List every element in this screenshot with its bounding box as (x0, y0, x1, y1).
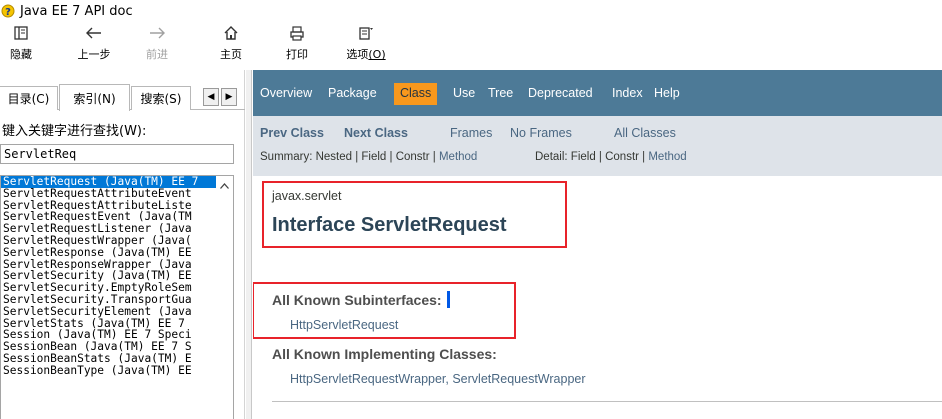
tab-index[interactable]: 索引(N) (59, 84, 130, 111)
frames-link[interactable]: Frames (450, 126, 492, 140)
nav-overview-link[interactable]: Overview (260, 86, 312, 100)
tab-search[interactable]: 搜索(S) (131, 86, 191, 110)
print-label: 打印 (286, 48, 308, 61)
scroll-up-icon[interactable] (218, 179, 231, 192)
keyword-list-item[interactable]: SessionBean (Java(TM) EE 7 S (1, 341, 217, 353)
implementing-classes-label: All Known Implementing Classes: (272, 346, 497, 362)
toolbar: 隐藏 上一步 前进 主页 打印 选项(O) (0, 22, 942, 68)
printer-icon (289, 23, 305, 43)
subinterfaces-label: All Known Subinterfaces: (272, 291, 450, 308)
keyword-list-item[interactable]: ServletStats (Java(TM) EE 7 (1, 318, 217, 330)
navigation-pane: 目录(C) 索引(N) 搜索(S) ◀ ▶ 键入关键字进行查找(W): Serv… (0, 70, 245, 419)
keyword-list-item[interactable]: ServletRequestListener (Java (1, 223, 217, 235)
svg-text:?: ? (5, 7, 11, 18)
text-cursor (446, 291, 450, 308)
nav-tabs: 目录(C) 索引(N) 搜索(S) ◀ ▶ (0, 84, 245, 111)
tab-contents[interactable]: 目录(C) (0, 86, 58, 110)
home-label: 主页 (220, 48, 242, 61)
home-button[interactable]: 主页 (214, 23, 248, 67)
all-classes-link[interactable]: All Classes (614, 126, 676, 140)
top-nav-bar: Overview Package Class Use Tree Deprecat… (253, 70, 942, 116)
options-icon (358, 23, 374, 43)
nav-class-current: Class (394, 83, 438, 105)
nav-package-link[interactable]: Package (328, 86, 377, 100)
tab-scroll-left-button[interactable]: ◀ (203, 88, 219, 106)
tab-scroll-right-button[interactable]: ▶ (221, 88, 237, 106)
no-frames-link[interactable]: No Frames (510, 126, 572, 140)
keyword-label: 键入关键字进行查找(W): (2, 124, 147, 139)
keyword-list[interactable]: ServletRequest (Java(TM) EE 7 ServletRequ… (0, 175, 234, 419)
keyword-list-item[interactable]: ServletSecurityElement (Java (1, 306, 217, 318)
subinterface-link[interactable]: HttpServletRequest (290, 318, 398, 332)
nav-index-link[interactable]: Index (612, 86, 643, 100)
keyword-input[interactable] (0, 144, 234, 164)
keyword-list-item[interactable]: ServletRequestAttributeListe (1, 200, 217, 212)
nav-use-link[interactable]: Use (453, 86, 475, 100)
nav-deprecated-link[interactable]: Deprecated (528, 86, 593, 100)
class-content: javax.servlet Interface ServletRequest A… (253, 176, 942, 419)
detail-method-link[interactable]: Method (648, 151, 686, 163)
home-icon (223, 23, 239, 43)
keyword-list-item[interactable]: SessionBeanStats (Java(TM) E (1, 353, 217, 365)
summary-line: Summary: Nested | Field | Constr | Metho… (260, 151, 478, 163)
next-class-link[interactable]: Next Class (344, 126, 408, 140)
hide-pane-icon (13, 23, 29, 43)
forward-label: 前进 (146, 48, 168, 61)
keyword-list-item[interactable]: ServletRequestWrapper (Java( (1, 235, 217, 247)
nav-help-link[interactable]: Help (654, 86, 680, 100)
keyword-list-item[interactable]: ServletResponse (Java(TM) EE (1, 247, 217, 259)
forward-arrow-icon (149, 23, 165, 43)
summary-method-link[interactable]: Method (439, 151, 477, 163)
hide-button[interactable]: 隐藏 (6, 23, 36, 67)
keyword-list-item[interactable]: SessionBeanType (Java(TM) EE (1, 365, 217, 377)
detail-line: Detail: Field | Constr | Method (535, 151, 687, 163)
keyword-list-item[interactable]: ServletResponseWrapper (Java (1, 259, 217, 271)
keyword-list-item[interactable]: ServletRequest (Java(TM) EE 7 (1, 176, 217, 188)
keyword-list-item[interactable]: ServletRequestEvent (Java(TM (1, 211, 217, 223)
sub-nav-bar: Prev Class Next Class Frames No Frames A… (253, 116, 942, 176)
keyword-list-scrollbar[interactable] (216, 176, 233, 419)
document-pane: Overview Package Class Use Tree Deprecat… (253, 70, 942, 419)
back-arrow-icon (86, 23, 102, 43)
caret-left-icon: ◀ (207, 92, 215, 102)
options-label: 选项(O) (346, 48, 386, 61)
package-name: javax.servlet (272, 189, 342, 203)
keyword-list-item[interactable]: ServletSecurity.EmptyRoleSem (1, 282, 217, 294)
implementing-classes-links[interactable]: HttpServletRequestWrapper, ServletReques… (290, 372, 586, 386)
hide-label: 隐藏 (10, 48, 32, 61)
help-app-icon: ? (1, 4, 15, 18)
interface-title: Interface ServletRequest (272, 214, 507, 236)
keyword-list-item[interactable]: ServletRequestAttributeEvent (1, 188, 217, 200)
pane-splitter[interactable] (246, 70, 252, 419)
prev-class-link[interactable]: Prev Class (260, 126, 324, 140)
keyword-list-item[interactable]: Session (Java(TM) EE 7 Speci (1, 329, 217, 341)
print-button[interactable]: 打印 (280, 23, 314, 67)
section-divider (272, 401, 942, 402)
back-label: 上一步 (77, 48, 111, 61)
back-button[interactable]: 上一步 (72, 23, 116, 67)
keyword-list-item[interactable]: ServletSecurity.TransportGua (1, 294, 217, 306)
nav-tree-link[interactable]: Tree (488, 86, 513, 100)
keyword-list-item[interactable]: ServletSecurity (Java(TM) EE (1, 270, 217, 282)
caret-right-icon: ▶ (225, 92, 233, 102)
forward-button[interactable]: 前进 (140, 23, 174, 67)
options-button[interactable]: 选项(O) (340, 23, 392, 67)
window-title: Java EE 7 API doc (20, 3, 133, 19)
title-bar: ? Java EE 7 API doc (0, 0, 942, 22)
keyword-list-items: ServletRequest (Java(TM) EE 7 ServletRequ… (1, 176, 233, 377)
